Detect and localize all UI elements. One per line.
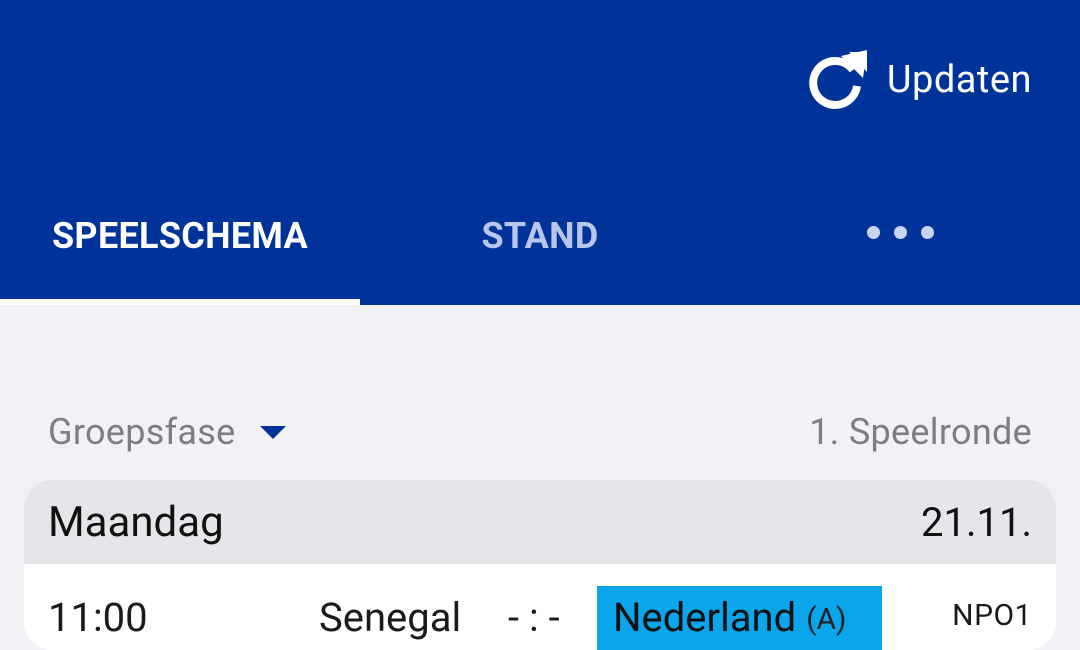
group-label: (A) <box>806 602 847 637</box>
phase-dropdown[interactable]: Groepsfase <box>48 411 286 453</box>
date-label: 21.11. <box>920 498 1032 546</box>
tv-channel: NPO1 <box>952 598 1032 633</box>
tab-more[interactable] <box>720 180 1080 292</box>
app-bar: Updaten SPEELSCHEMA STAND <box>0 0 1080 305</box>
away-team-highlight: Nederland (A) <box>597 586 882 650</box>
phase-label: Groepsfase <box>48 411 236 453</box>
day-label: Maandag <box>48 497 224 547</box>
tab-bar: SPEELSCHEMA STAND <box>0 180 1080 305</box>
tab-speelschema[interactable]: SPEELSCHEMA <box>0 180 360 292</box>
home-team: Senegal <box>319 594 462 641</box>
match-score: - : - <box>508 594 560 641</box>
update-label: Updaten <box>886 58 1032 102</box>
more-horizontal-icon <box>866 225 934 239</box>
schedule-card: Maandag 21.11. 11:00 Senegal - : - Neder… <box>24 480 1056 650</box>
tab-indicator <box>0 299 360 305</box>
match-row[interactable]: 11:00 Senegal - : - Nederland (A) NPO1 <box>24 564 1056 650</box>
update-button[interactable]: Updaten <box>801 40 1032 120</box>
day-header: Maandag 21.11. <box>24 480 1056 564</box>
refresh-icon <box>801 46 869 114</box>
round-label: 1. Speelronde <box>809 411 1032 453</box>
away-team: Nederland <box>613 594 797 641</box>
match-time: 11:00 <box>48 594 148 641</box>
filter-row: Groepsfase 1. Speelronde <box>48 408 1032 456</box>
caret-down-icon <box>259 425 286 439</box>
tab-stand[interactable]: STAND <box>360 180 720 292</box>
